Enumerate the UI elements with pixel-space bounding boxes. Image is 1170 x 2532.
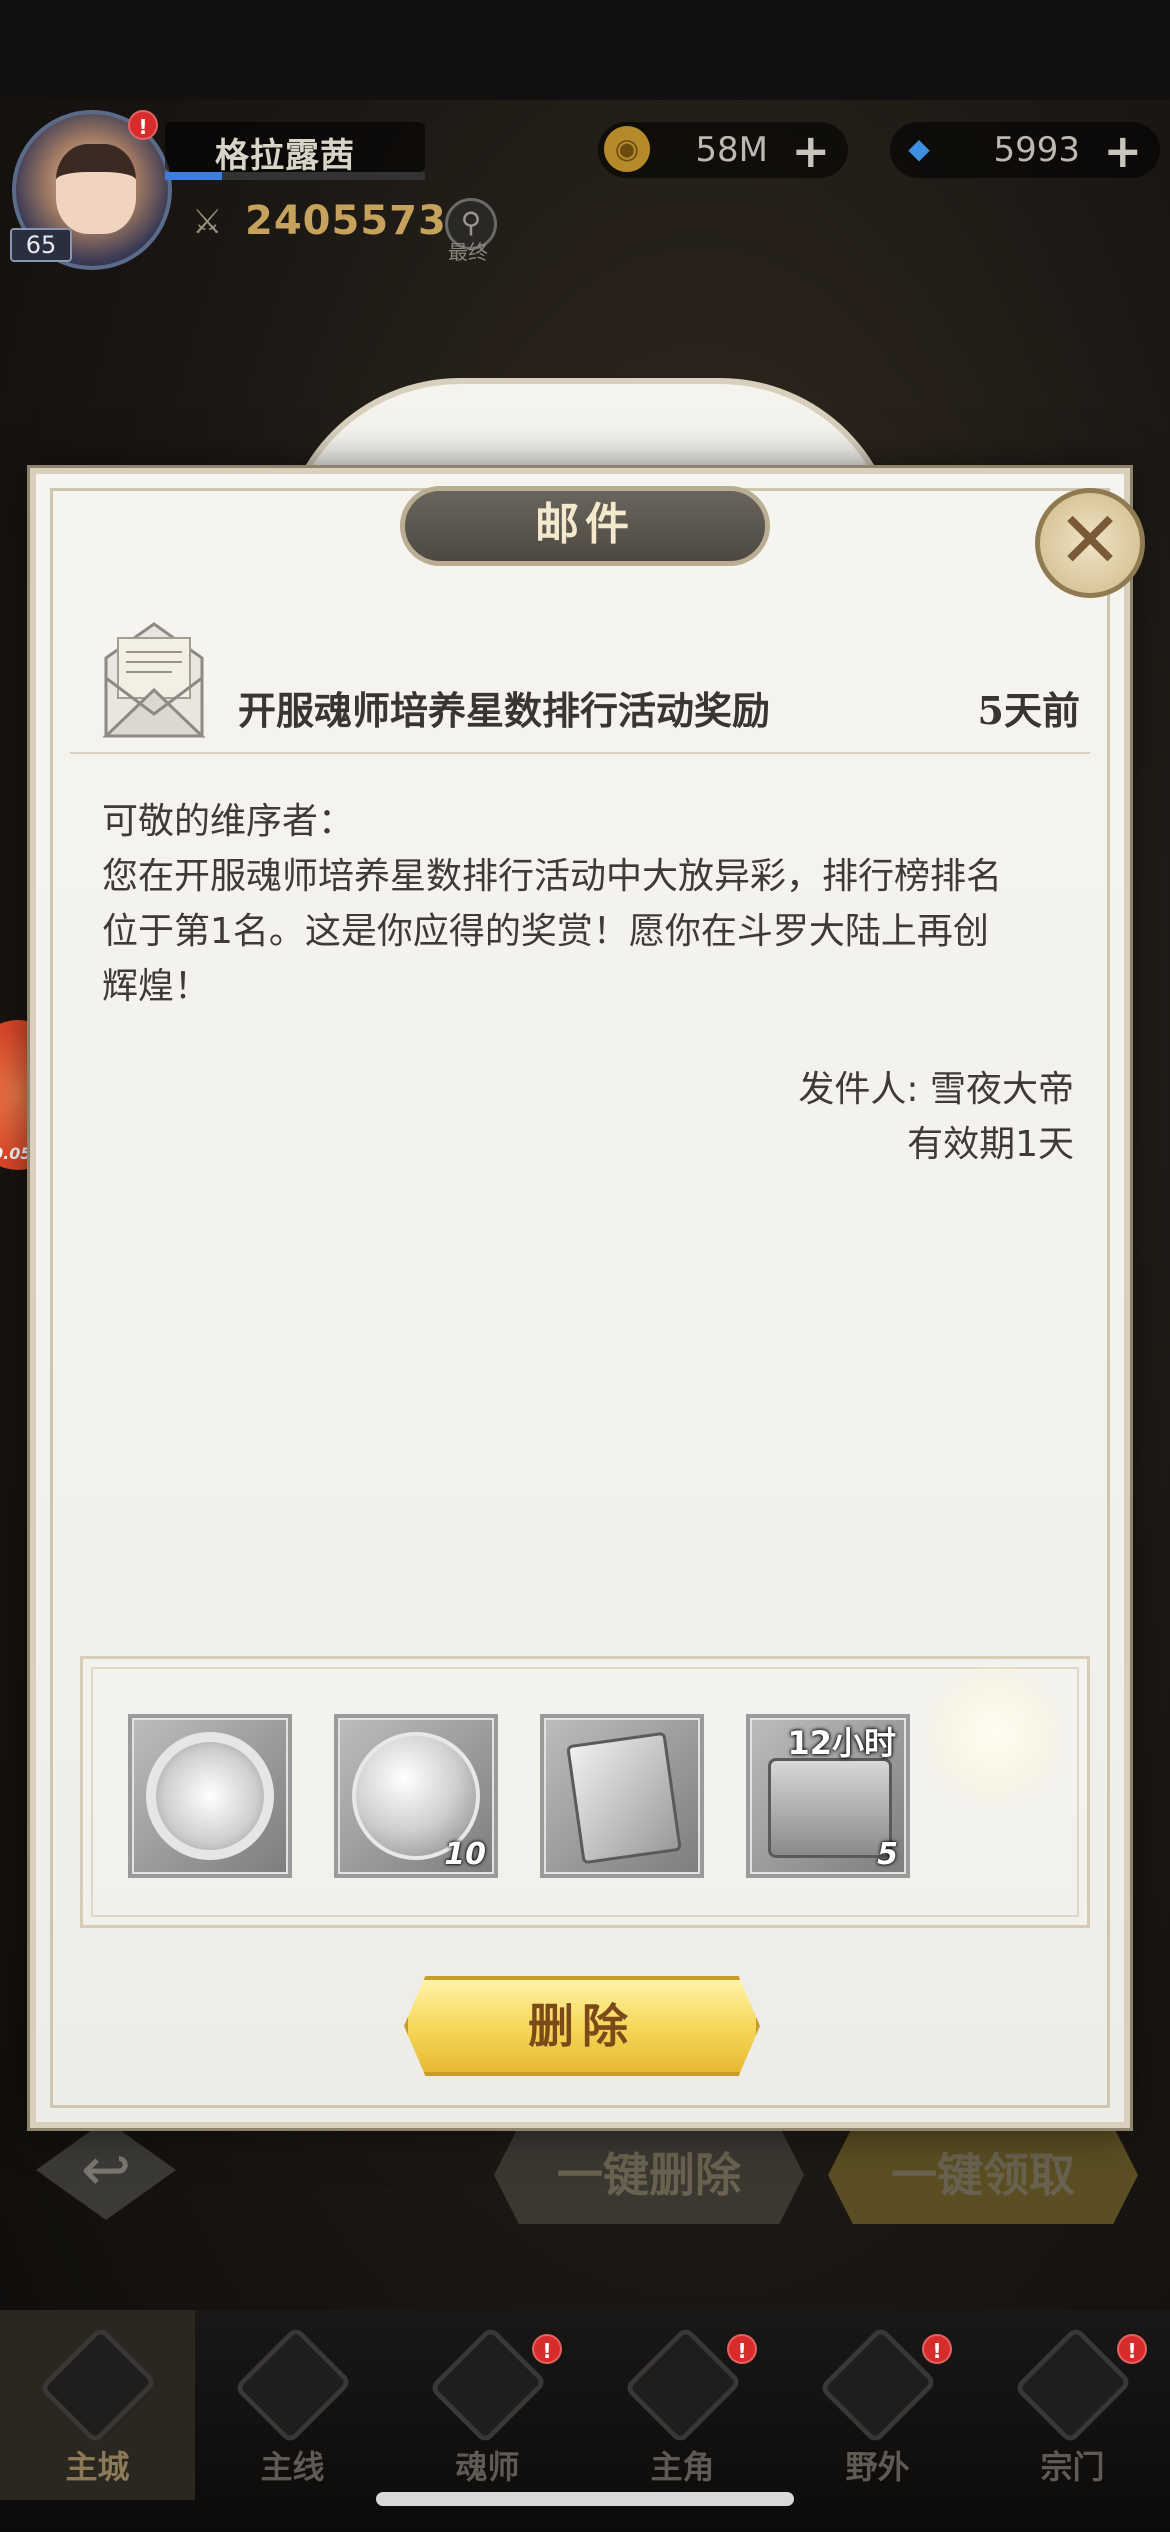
mail-sender: 发件人: 雪夜大帝 [798,1069,1074,1110]
nav-label: 主角 [650,2448,715,2486]
mail-body: 可敬的维序者： 您在开服魂师培养星数排行活动中大放异彩，排行榜排名 位于第1名。… [102,794,1082,1014]
home-indicator [376,2492,794,2506]
claim-all-button[interactable]: 一键领取 [828,2126,1138,2224]
diamond-value: 5993 [993,130,1080,170]
delete-all-button[interactable]: 一键删除 [494,2126,804,2224]
coin-chest-icon [768,1758,892,1858]
silver-ring-icon [146,1732,274,1860]
hooded-figure-icon [623,2325,743,2445]
nav-label: 野外 [845,2448,910,2486]
reward-item[interactable]: 10 [334,1714,498,1878]
nav-main-city[interactable]: 主城 [0,2310,195,2500]
add-gold-button[interactable]: + [791,124,830,178]
nav-alert-dot: ! [532,2334,562,2364]
swords-icon: ⚔ [192,202,223,242]
player-level: 65 [10,228,72,262]
nav-alert-dot: ! [1117,2334,1147,2364]
cards-icon [566,1731,682,1865]
nav-soul-master[interactable]: 魂师 ! [390,2310,585,2500]
reward-item[interactable] [540,1714,704,1878]
exp-bar [165,172,425,180]
top-hud: 65 ! 格拉露茜 ⚔ 2405573 ⚲ 最终 ◉ 58M + ◆ 5993 … [0,100,1170,270]
divider [70,752,1090,754]
reward-item[interactable]: 12小时 5 [746,1714,910,1878]
nav-sect[interactable]: 宗门 ! [975,2310,1170,2500]
nav-label: 宗门 [1040,2448,1105,2486]
mail-greeting: 可敬的维序者： [102,801,355,842]
search-label: 最终 [448,240,488,264]
gold-counter: ◉ 58M + [598,122,848,178]
status-bar [0,0,1170,100]
nav-label: 魂师 [455,2448,520,2486]
combat-power: 2405573 [245,198,447,244]
reward-quantity: 5 [877,1837,898,1872]
nav-protagonist[interactable]: 主角 ! [585,2310,780,2500]
mail-validity: 有效期1天 [907,1124,1074,1165]
sword-icon [818,2325,938,2445]
nav-label: 主城 [65,2448,130,2486]
mail-body-line: 辉煌！ [102,966,211,1007]
nav-alert-dot: ! [922,2334,952,2364]
game-screen: 65 ! 格拉露茜 ⚔ 2405573 ⚲ 最终 ◉ 58M + ◆ 5993 … [0,0,1170,2532]
mail-body-line: 您在开服魂师培养星数排行活动中大放异彩，排行榜排名 [102,856,1003,897]
helmet-icon [233,2325,353,2445]
castle-icon [38,2325,158,2445]
mail-signature: 发件人: 雪夜大帝 有效期1天 [798,1062,1074,1172]
diamond-counter: ◆ 5993 + [890,122,1160,178]
add-diamond-button[interactable]: + [1103,124,1142,178]
player-name: 格拉露茜 [215,136,355,176]
sparkle-glow [920,1660,1070,1810]
back-button[interactable]: ↩ [36,2120,176,2220]
nav-wild[interactable]: 野外 ! [780,2310,975,2500]
reward-item[interactable] [128,1714,292,1878]
mail-time: 5天前 [977,688,1080,733]
diamond-icon: ◆ [908,132,930,165]
gold-value: 58M [695,130,768,170]
player-name-box: 格拉露茜 [165,122,425,176]
nav-label: 主线 [260,2448,325,2486]
delete-button[interactable]: 删除 [404,1976,760,2076]
reward-quantity: 10 [444,1837,486,1872]
nav-main-line[interactable]: 主线 [195,2310,390,2500]
book-icon [428,2325,548,2445]
panel-title: 邮件 [400,486,770,566]
gold-coin-icon: ◉ [604,126,650,172]
envelope-icon [102,622,206,738]
avatar-portrait [56,144,136,234]
reward-timer-tag: 12小时 [787,1724,896,1762]
avatar-alert-dot: ! [128,110,158,140]
mail-body-line: 位于第1名。这是你应得的奖赏！愿你在斗罗大陆上再创 [102,911,989,952]
shield-icon [1013,2325,1133,2445]
close-button[interactable]: ✕ [1035,488,1145,598]
mail-subject: 开服魂师培养星数排行活动奖励 [238,688,771,733]
nav-alert-dot: ! [727,2334,757,2364]
